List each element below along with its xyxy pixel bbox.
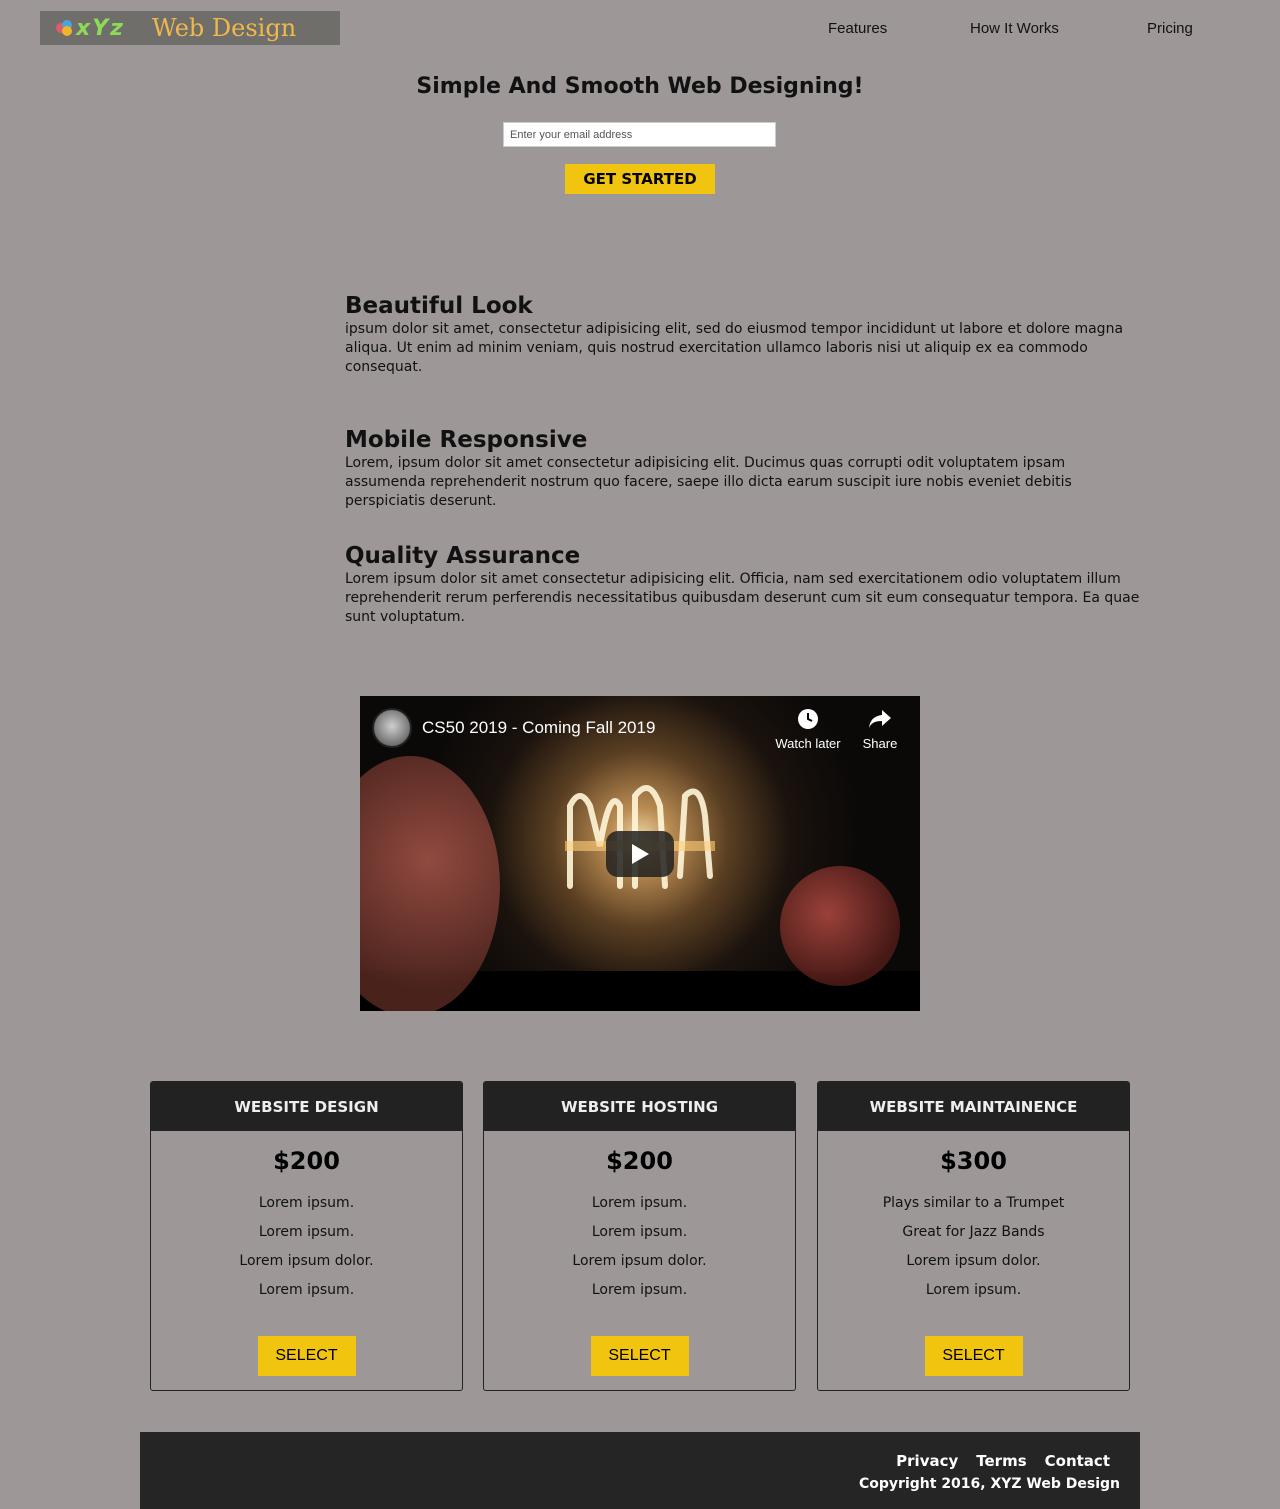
pricing-feature: Lorem ipsum. [591,1282,688,1298]
pricing-feature: Lorem ipsum dolor. [572,1253,707,1269]
feature-item: Quality Assurance Lorem ipsum dolor sit … [345,542,1145,627]
pricing-card: WEBSITE HOSTING $200 Lorem ipsum. Lorem … [483,1081,796,1391]
feature-title: Mobile Responsive [345,427,588,453]
nav-link-features[interactable]: Features [828,20,887,37]
pricing-feature: Lorem ipsum dolor. [906,1253,1041,1269]
share-arrow-icon [869,710,891,728]
hero-title: Simple And Smooth Web Designing! [416,74,864,99]
nav-link-pricing[interactable]: Pricing [1147,20,1193,37]
pricing-feature: Lorem ipsum. [591,1195,688,1211]
channel-avatar[interactable] [372,708,412,748]
select-button[interactable]: SELECT [924,1336,1023,1376]
watch-later-label: Watch later [775,736,841,751]
pricing-card-title: WEBSITE HOSTING [484,1082,795,1131]
video-embed[interactable]: CS50 2019 - Coming Fall 2019 Watch later… [360,696,920,1011]
feature-text: Lorem, ipsum dolor sit amet consectetur … [345,455,1072,509]
pricing-feature: Great for Jazz Bands [902,1224,1045,1240]
footer-link-privacy[interactable]: Privacy [896,1452,958,1470]
feature-text: ipsum dolor sit amet, consectetur adipis… [345,321,1124,375]
get-started-button[interactable]: GET STARTED [565,164,715,194]
pricing-card-title: WEBSITE MAINTAINENCE [818,1082,1129,1131]
feature-item: Mobile Responsive Lorem, ipsum dolor sit… [345,426,1145,511]
pricing-feature-list: Lorem ipsum. Lorem ipsum. Lorem ipsum do… [151,1189,462,1305]
pricing-card-title: WEBSITE DESIGN [151,1082,462,1131]
nav-link-how-it-works[interactable]: How It Works [970,20,1059,37]
video-title[interactable]: CS50 2019 - Coming Fall 2019 [422,718,655,738]
pricing-feature-list: Plays similar to a Trumpet Great for Jaz… [818,1189,1129,1305]
pricing-feature: Plays similar to a Trumpet [882,1195,1065,1211]
pricing-feature: Lorem ipsum. [258,1282,355,1298]
pricing-feature: Lorem ipsum. [258,1224,355,1240]
footer-links: Privacy Terms Contact [896,1452,1110,1470]
select-button[interactable]: SELECT [257,1336,356,1376]
share-button[interactable]: Share [855,708,905,751]
pricing-card-price: $300 [940,1147,1007,1175]
feature-text: Lorem ipsum dolor sit amet consectetur a… [345,571,1140,625]
play-button[interactable] [606,831,674,877]
play-icon [632,844,649,864]
feature-title: Quality Assurance [345,543,581,569]
share-label: Share [862,736,898,751]
pricing-feature: Lorem ipsum. [258,1195,355,1211]
pricing-feature: Lorem ipsum. [925,1282,1022,1298]
pricing-feature: Lorem ipsum dolor. [239,1253,374,1269]
pricing-card: WEBSITE MAINTAINENCE $300 Plays similar … [817,1081,1130,1391]
copyright-text: Copyright 2016, XYZ Web Design [859,1476,1120,1492]
pricing-card: WEBSITE DESIGN $200 Lorem ipsum. Lorem i… [150,1081,463,1391]
feature-title: Beautiful Look [345,293,533,319]
footer-link-contact[interactable]: Contact [1045,1452,1110,1470]
watch-later-button[interactable]: Watch later [768,708,848,751]
pricing-feature: Lorem ipsum. [591,1224,688,1240]
clock-icon [798,709,818,729]
feature-item: Beautiful Look ipsum dolor sit amet, con… [345,292,1145,377]
email-input[interactable] [503,122,776,147]
footer: Privacy Terms Contact Copyright 2016, XY… [140,1432,1140,1509]
pricing-feature-list: Lorem ipsum. Lorem ipsum. Lorem ipsum do… [484,1189,795,1305]
footer-link-terms[interactable]: Terms [976,1452,1026,1470]
pricing-card-price: $200 [273,1147,340,1175]
select-button[interactable]: SELECT [590,1336,689,1376]
pricing-card-price: $200 [606,1147,673,1175]
top-nav: Features How It Works Pricing [0,20,1280,40]
